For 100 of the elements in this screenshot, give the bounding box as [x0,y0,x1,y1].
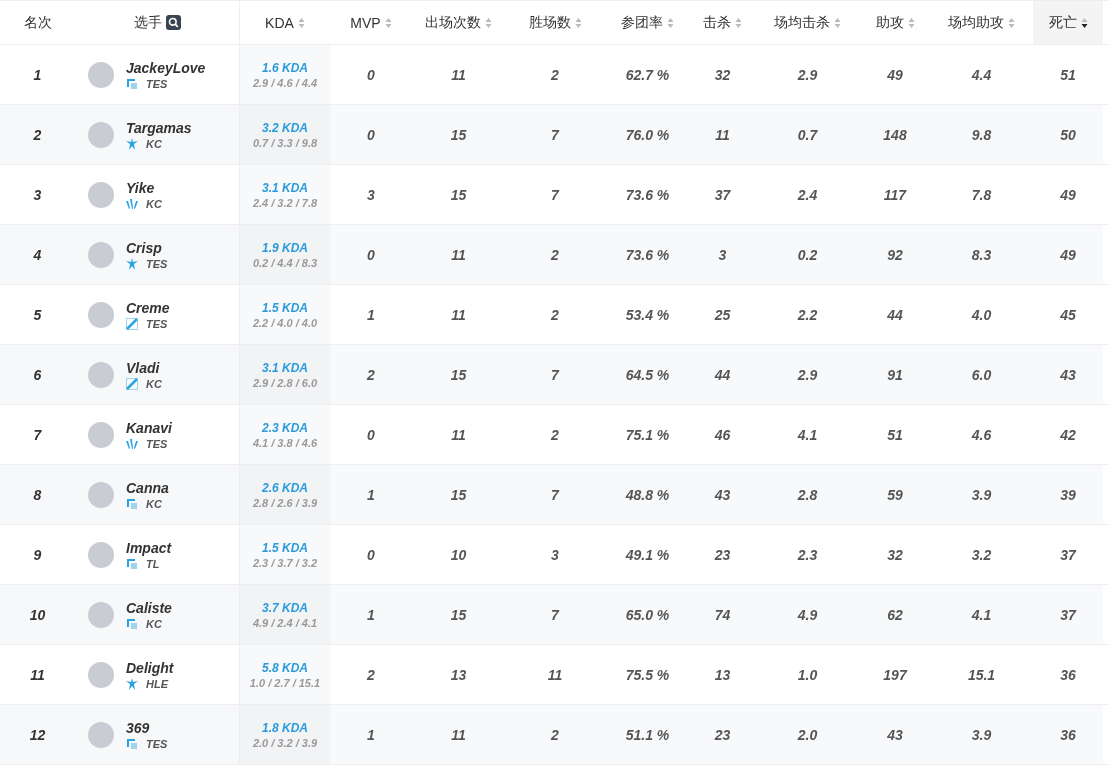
stat-value: 1 [367,306,375,323]
stat-value: 15 [450,126,467,143]
kda-breakdown: 2.9 / 2.8 / 6.0 [252,376,318,389]
stat-value: 11 [451,246,466,263]
stat-value: 7 [551,606,559,623]
stat-value: 11 [715,126,730,143]
stat-value: 2 [367,366,375,383]
avatar-circle [88,241,114,268]
player-name: Creme [126,299,170,316]
stat-value: 1 [367,606,375,623]
column-header[interactable]: 死亡 [1033,1,1103,44]
sort-icon[interactable] [384,16,392,29]
square-emblem-icon [126,737,138,750]
stat-value: 4.1 [797,426,818,443]
search-icon[interactable] [165,15,181,30]
square-emblem-icon [126,617,138,630]
rank-number: 2 [33,126,42,143]
stat-value: 45 [1060,306,1076,323]
stat-value: 3.9 [971,726,992,743]
rank-number: 1 [33,66,42,83]
stat-value: 50 [1060,126,1076,143]
slash-emblem-icon [126,377,138,390]
kda-breakdown: 0.7 / 3.3 / 9.8 [252,136,318,149]
stat-value: 3.2 [971,546,992,563]
stat-value: 43 [1060,366,1076,383]
sort-descending-icon[interactable] [1080,16,1088,29]
sort-icon[interactable] [1008,16,1015,29]
sort-icon[interactable] [574,16,582,29]
kda-breakdown: 2.8 / 2.6 / 3.9 [252,496,318,509]
column-header[interactable]: 名次 [0,1,75,44]
stat-value: 51 [887,426,903,443]
stat-value: 0 [367,66,375,83]
kda-breakdown: 4.1 / 3.8 / 4.6 [252,436,318,449]
stat-value: 2.8 [797,486,818,503]
column-header[interactable]: 场均助攻 [930,1,1033,44]
stat-value: 0 [367,546,375,563]
column-header[interactable]: 胜场数 [505,1,605,44]
team-name: HLE [146,677,168,690]
kda-breakdown: 2.9 / 4.6 / 4.4 [252,76,318,89]
stat-value: 48.8 % [625,486,670,503]
rank-number: 6 [33,366,42,383]
avatar-circle [88,721,114,748]
stat-value: 4.0 [971,306,992,323]
stat-value: 148 [883,126,907,143]
stat-value: 8.3 [971,246,992,263]
kda-value: 1.5 KDA [262,300,308,315]
stat-value: 15 [450,186,467,203]
rank-number: 5 [33,306,42,323]
stat-value: 2.3 [797,546,818,563]
column-header[interactable]: 击杀 [690,1,755,44]
kda-value: 3.1 KDA [262,360,308,375]
player-name: Kanavi [126,419,172,436]
column-header[interactable]: 选手 [75,1,240,44]
avatar-circle [88,61,114,88]
column-header[interactable]: 参团率 [605,1,690,44]
stat-value: 1 [367,486,375,503]
stat-value: 32 [887,546,903,563]
stat-value: 65.0 % [625,606,670,623]
avatar-circle [88,361,114,388]
stat-value: 25 [714,306,731,323]
stat-value: 49 [1060,246,1076,263]
sort-icon[interactable] [834,16,841,29]
avatar-circle [88,301,114,328]
stat-value: 1 [367,726,375,743]
kda-value: 1.6 KDA [262,60,308,75]
stat-value: 2.9 [797,366,818,383]
column-header[interactable]: 助攻 [860,1,930,44]
kda-breakdown: 4.9 / 2.4 / 4.1 [252,616,318,629]
rank-number: 8 [33,486,42,503]
square-emblem-icon [126,77,138,90]
stat-value: 37 [714,186,731,203]
sort-icon[interactable] [485,16,492,29]
stat-value: 42 [1060,426,1076,443]
stat-value: 3 [551,546,559,563]
player-name: Canna [126,479,169,496]
stat-value: 0 [367,126,375,143]
column-header[interactable]: 出场次数 [412,1,505,44]
stat-value: 23 [714,546,731,563]
stat-value: 43 [887,726,903,743]
stat-value: 49.1 % [625,546,670,563]
sort-icon[interactable] [297,16,305,29]
sort-icon[interactable] [667,16,674,29]
stat-value: 3 [718,246,727,263]
column-header[interactable]: MVP [330,1,412,44]
sort-icon[interactable] [907,16,915,29]
kda-value: 3.2 KDA [262,120,308,135]
stat-value: 62 [887,606,903,623]
player-name: JackeyLove [126,59,206,76]
team-name: TES [146,737,168,750]
sort-icon[interactable] [735,16,742,29]
stat-value: 76.0 % [625,126,670,143]
avatar-circle [88,181,114,208]
column-header[interactable]: 场均击杀 [755,1,860,44]
avatar-circle [88,661,114,688]
stat-value: 62.7 % [625,66,670,83]
player-name: Caliste [126,599,172,616]
column-header[interactable]: KDA [240,1,330,44]
stat-value: 23 [714,726,731,743]
kda-value: 1.8 KDA [262,720,308,735]
stat-value: 44 [887,306,903,323]
